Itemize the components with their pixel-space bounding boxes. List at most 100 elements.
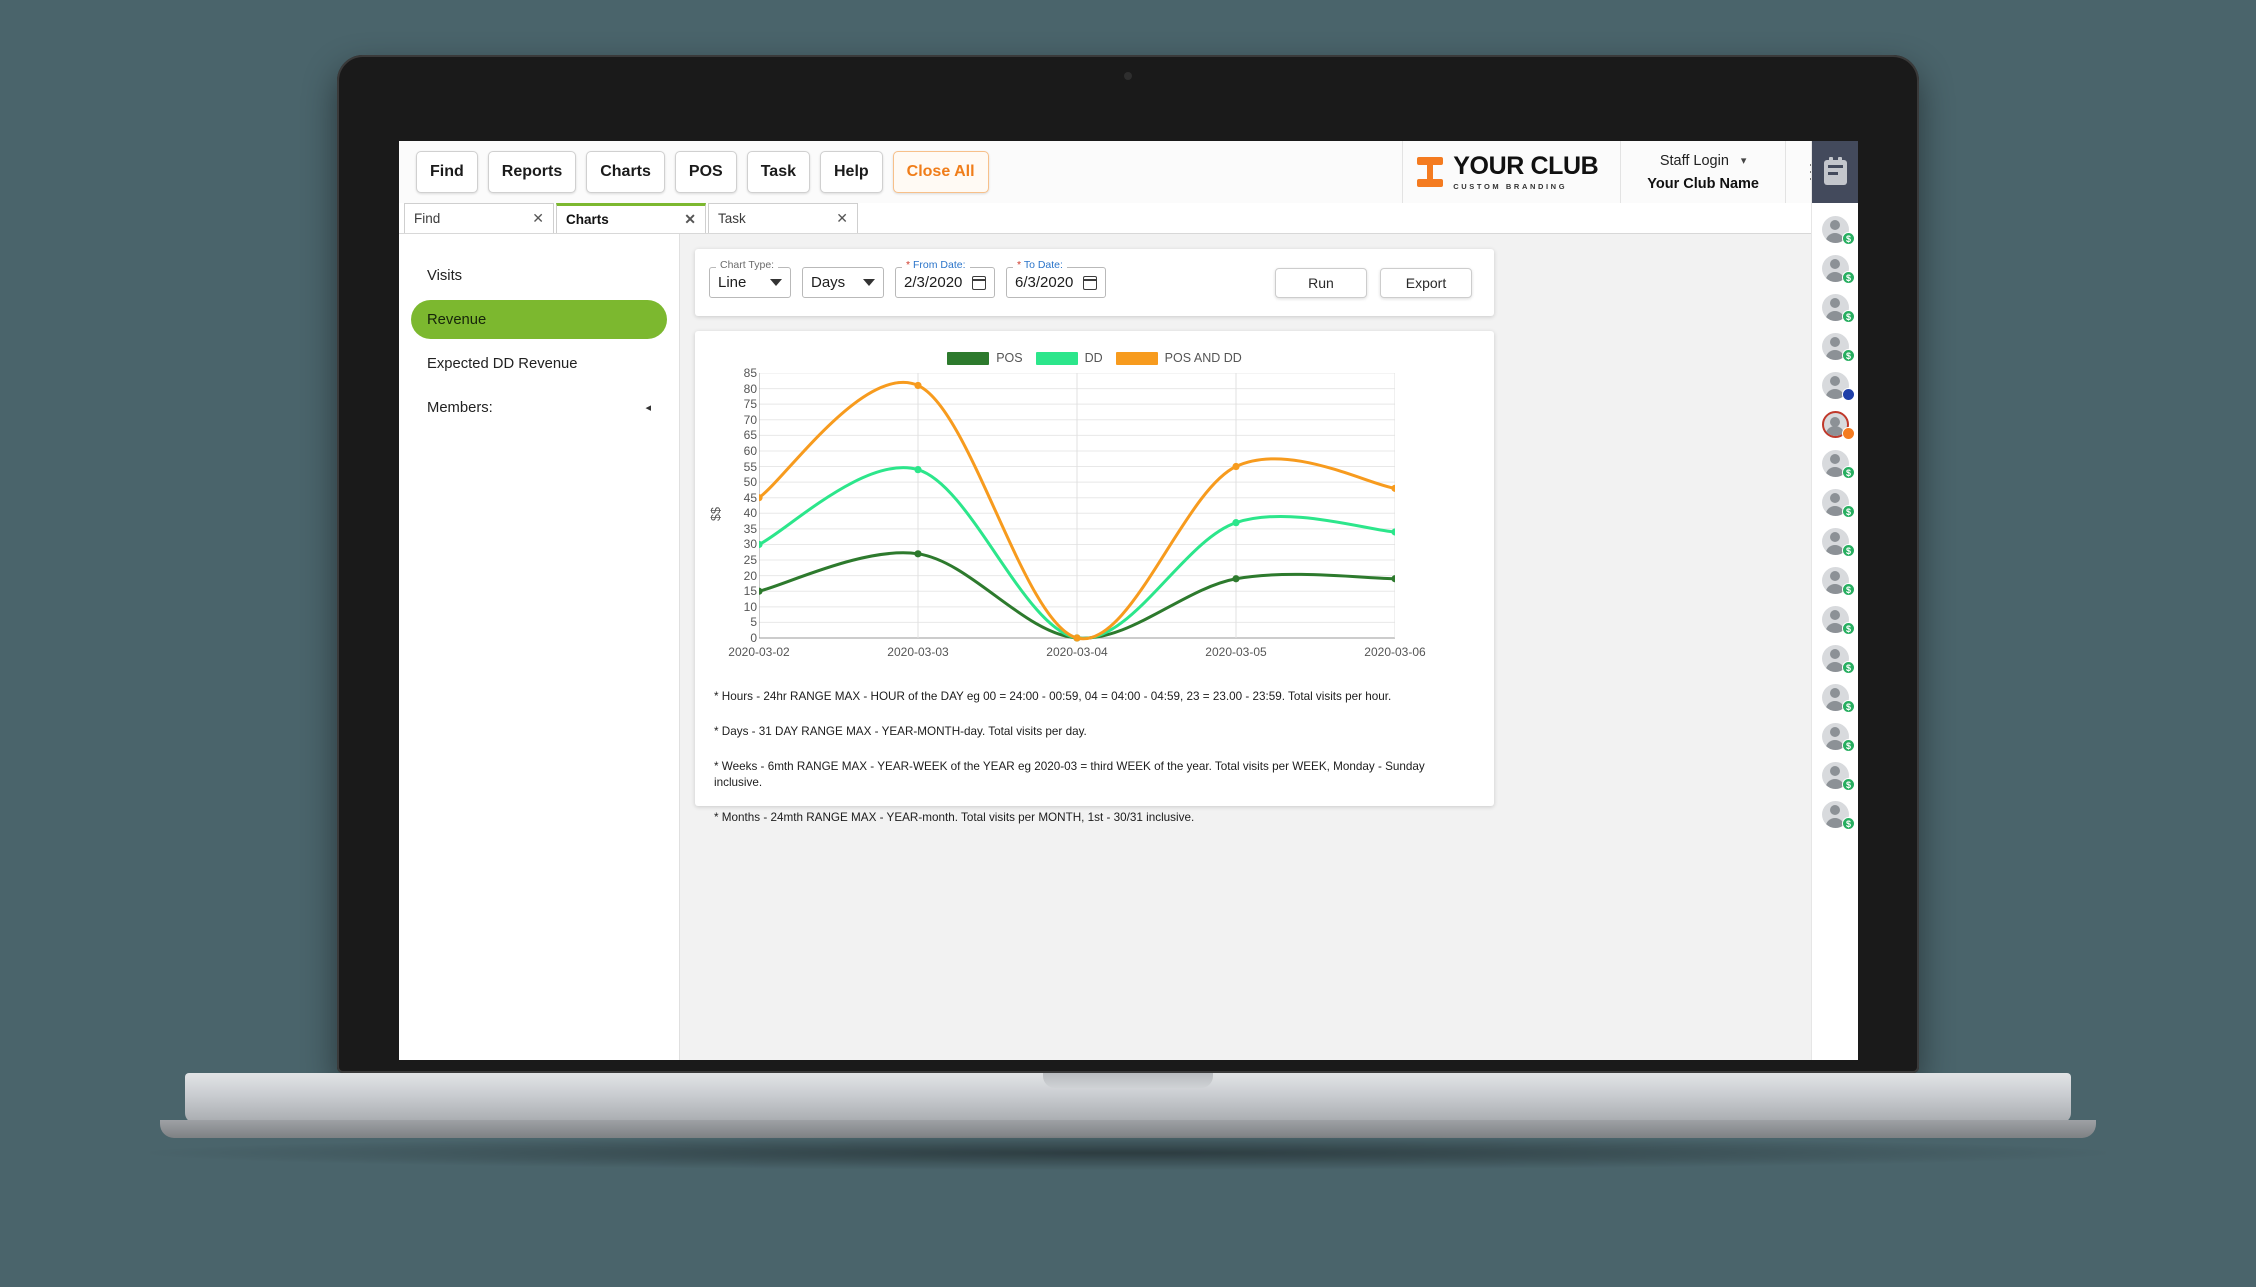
status-badge: $ [1842,466,1855,479]
legend-label: POS AND DD [1164,351,1242,365]
chart-data-point[interactable] [1391,484,1395,492]
chart-data-point[interactable] [1232,519,1240,527]
y-tick-label: 0 [750,631,757,645]
chart-data-point[interactable] [1232,462,1240,471]
toolbar-button-reports[interactable]: Reports [487,151,577,193]
tab-charts[interactable]: Charts ✕ [556,203,706,233]
status-badge: $ [1842,583,1855,596]
status-badge: $ [1842,544,1855,557]
y-tick-label: 50 [743,475,757,490]
y-axis-label: $$ [709,507,723,521]
screen: Find Reports Charts POS Task Help Close All YO… [399,141,1858,1060]
toolbar-button-charts[interactable]: Charts [586,151,665,193]
member-row[interactable] [1812,405,1858,444]
status-badge [1842,427,1855,440]
legend-swatch [1035,351,1078,365]
member-row[interactable]: $ [1812,288,1858,327]
right-rail: $ $ $ $ $ $ $ $ $ $ $ $ $ $ [1811,141,1858,1060]
run-button[interactable]: Run [1275,267,1367,298]
chart-data-point[interactable] [914,381,922,390]
y-tick-label: 65 [743,428,757,443]
chevron-down-icon [770,279,782,286]
toolbar-button-group: Find Reports Charts POS Task Help Close All [399,151,989,193]
tab-strip: Find ✕ Charts ✕ Task ✕ [399,203,1811,234]
member-row[interactable]: $ [1812,756,1858,795]
y-tick-label: 80 [743,381,757,396]
member-row[interactable]: $ [1812,327,1858,366]
chart-data-point[interactable] [914,466,922,474]
to-date-field[interactable]: * To Date: 6/3/2020 [1006,259,1106,298]
from-date-field[interactable]: * From Date: 2/3/2020 [895,259,995,298]
y-tick-label: 20 [743,568,757,583]
tab-find[interactable]: Find ✕ [404,203,554,233]
sidebar-item-expected-dd-revenue[interactable]: Expected DD Revenue [411,344,667,383]
to-date-value: 6/3/2020 [1015,274,1074,291]
member-row[interactable]: $ [1812,717,1858,756]
rail-header[interactable] [1812,141,1858,203]
member-row[interactable] [1812,366,1858,405]
toolbar-button-find[interactable]: Find [416,151,478,193]
brand-logo: YOUR CLUB CUSTOM BRANDING [1402,141,1622,203]
status-badge: $ [1842,271,1855,284]
chart-data-point[interactable] [1073,634,1081,642]
sidebar-item-revenue[interactable]: Revenue [411,300,667,339]
y-axis-ticks: 0 5 10 15 20 25 30 35 40 45 50 55 60 65 70 75 80 85 [723,366,757,645]
member-row[interactable]: $ [1812,249,1858,288]
legend-swatch [947,351,990,365]
x-tick-label: 2020-03-02 [728,645,790,659]
member-row[interactable]: $ [1812,639,1858,678]
chevron-left-icon[interactable]: ◂ [645,401,651,414]
chart-note: * Months - 24mth RANGE MAX - YEAR-month.… [714,810,1195,824]
close-icon[interactable]: ✕ [836,210,848,227]
member-row[interactable]: $ [1812,522,1858,561]
legend-label: DD [1084,351,1103,365]
toolbar-button-task[interactable]: Task [746,151,810,193]
from-date-value: 2/3/2020 [904,274,963,291]
period-field[interactable]: Days [802,267,884,298]
chart-type-value: Line [718,274,747,291]
calendar-icon[interactable] [972,275,986,290]
member-row[interactable]: $ [1812,795,1858,834]
to-date-label: * To Date: [1013,259,1067,271]
sidebar-item-visits[interactable]: Visits [411,256,667,295]
close-icon[interactable]: ✕ [684,211,696,228]
chart-data-point[interactable] [759,587,763,595]
status-badge: $ [1842,661,1855,674]
x-tick-label: 2020-03-06 [1364,645,1426,659]
chart-note: * Days - 31 DAY RANGE MAX - YEAR-MONTH-d… [714,725,1087,739]
chart-data-point[interactable] [1232,575,1240,583]
calendar-icon [1823,156,1847,185]
chevron-down-icon [863,279,875,286]
member-row[interactable]: $ [1812,561,1858,600]
legend-item-pos[interactable]: POS [947,351,1023,365]
close-icon[interactable]: ✕ [532,210,544,227]
chart-note: * Hours - 24hr RANGE MAX - HOUR of the D… [714,690,1392,703]
toolbar-button-close-all[interactable]: Close All [892,151,989,193]
chart-type-field[interactable]: Chart Type: Line [709,259,791,298]
chart-data-point[interactable] [914,550,922,558]
member-row[interactable]: $ [1812,444,1858,483]
member-row[interactable]: $ [1812,600,1858,639]
export-button[interactable]: Export [1380,267,1472,298]
x-tick-label: 2020-03-03 [887,645,949,659]
member-row[interactable]: $ [1812,678,1858,717]
sidebar-item-members[interactable]: Members: ◂ [411,388,667,427]
laptop-shadow [150,1136,2106,1170]
toolbar-button-help[interactable]: Help [819,151,883,193]
y-tick-label: 70 [743,412,757,427]
chart-data-point[interactable] [1391,575,1395,583]
account-menu[interactable]: Staff Login ▾ Your Club Name [1621,141,1786,203]
member-row[interactable]: $ [1812,210,1858,249]
member-row[interactable]: $ [1812,483,1858,522]
chart-data-point[interactable] [1391,528,1395,536]
calendar-icon[interactable] [1083,275,1097,290]
legend-item-dd[interactable]: DD [1035,351,1103,365]
x-axis-ticks: 2020-03-02 2020-03-03 2020-03-04 2020-03-05… [728,645,1425,665]
laptop-mockup: Find Reports Charts POS Task Help Close All YO… [0,0,2256,1287]
tab-task[interactable]: Task ✕ [708,203,858,233]
status-badge: $ [1842,505,1855,518]
legend-item-pos-and-dd[interactable]: POS AND DD [1115,351,1242,365]
chart-type-label: Chart Type: [716,259,779,271]
top-toolbar: Find Reports Charts POS Task Help Close All YO… [399,141,1858,203]
toolbar-button-pos[interactable]: POS [674,151,737,193]
